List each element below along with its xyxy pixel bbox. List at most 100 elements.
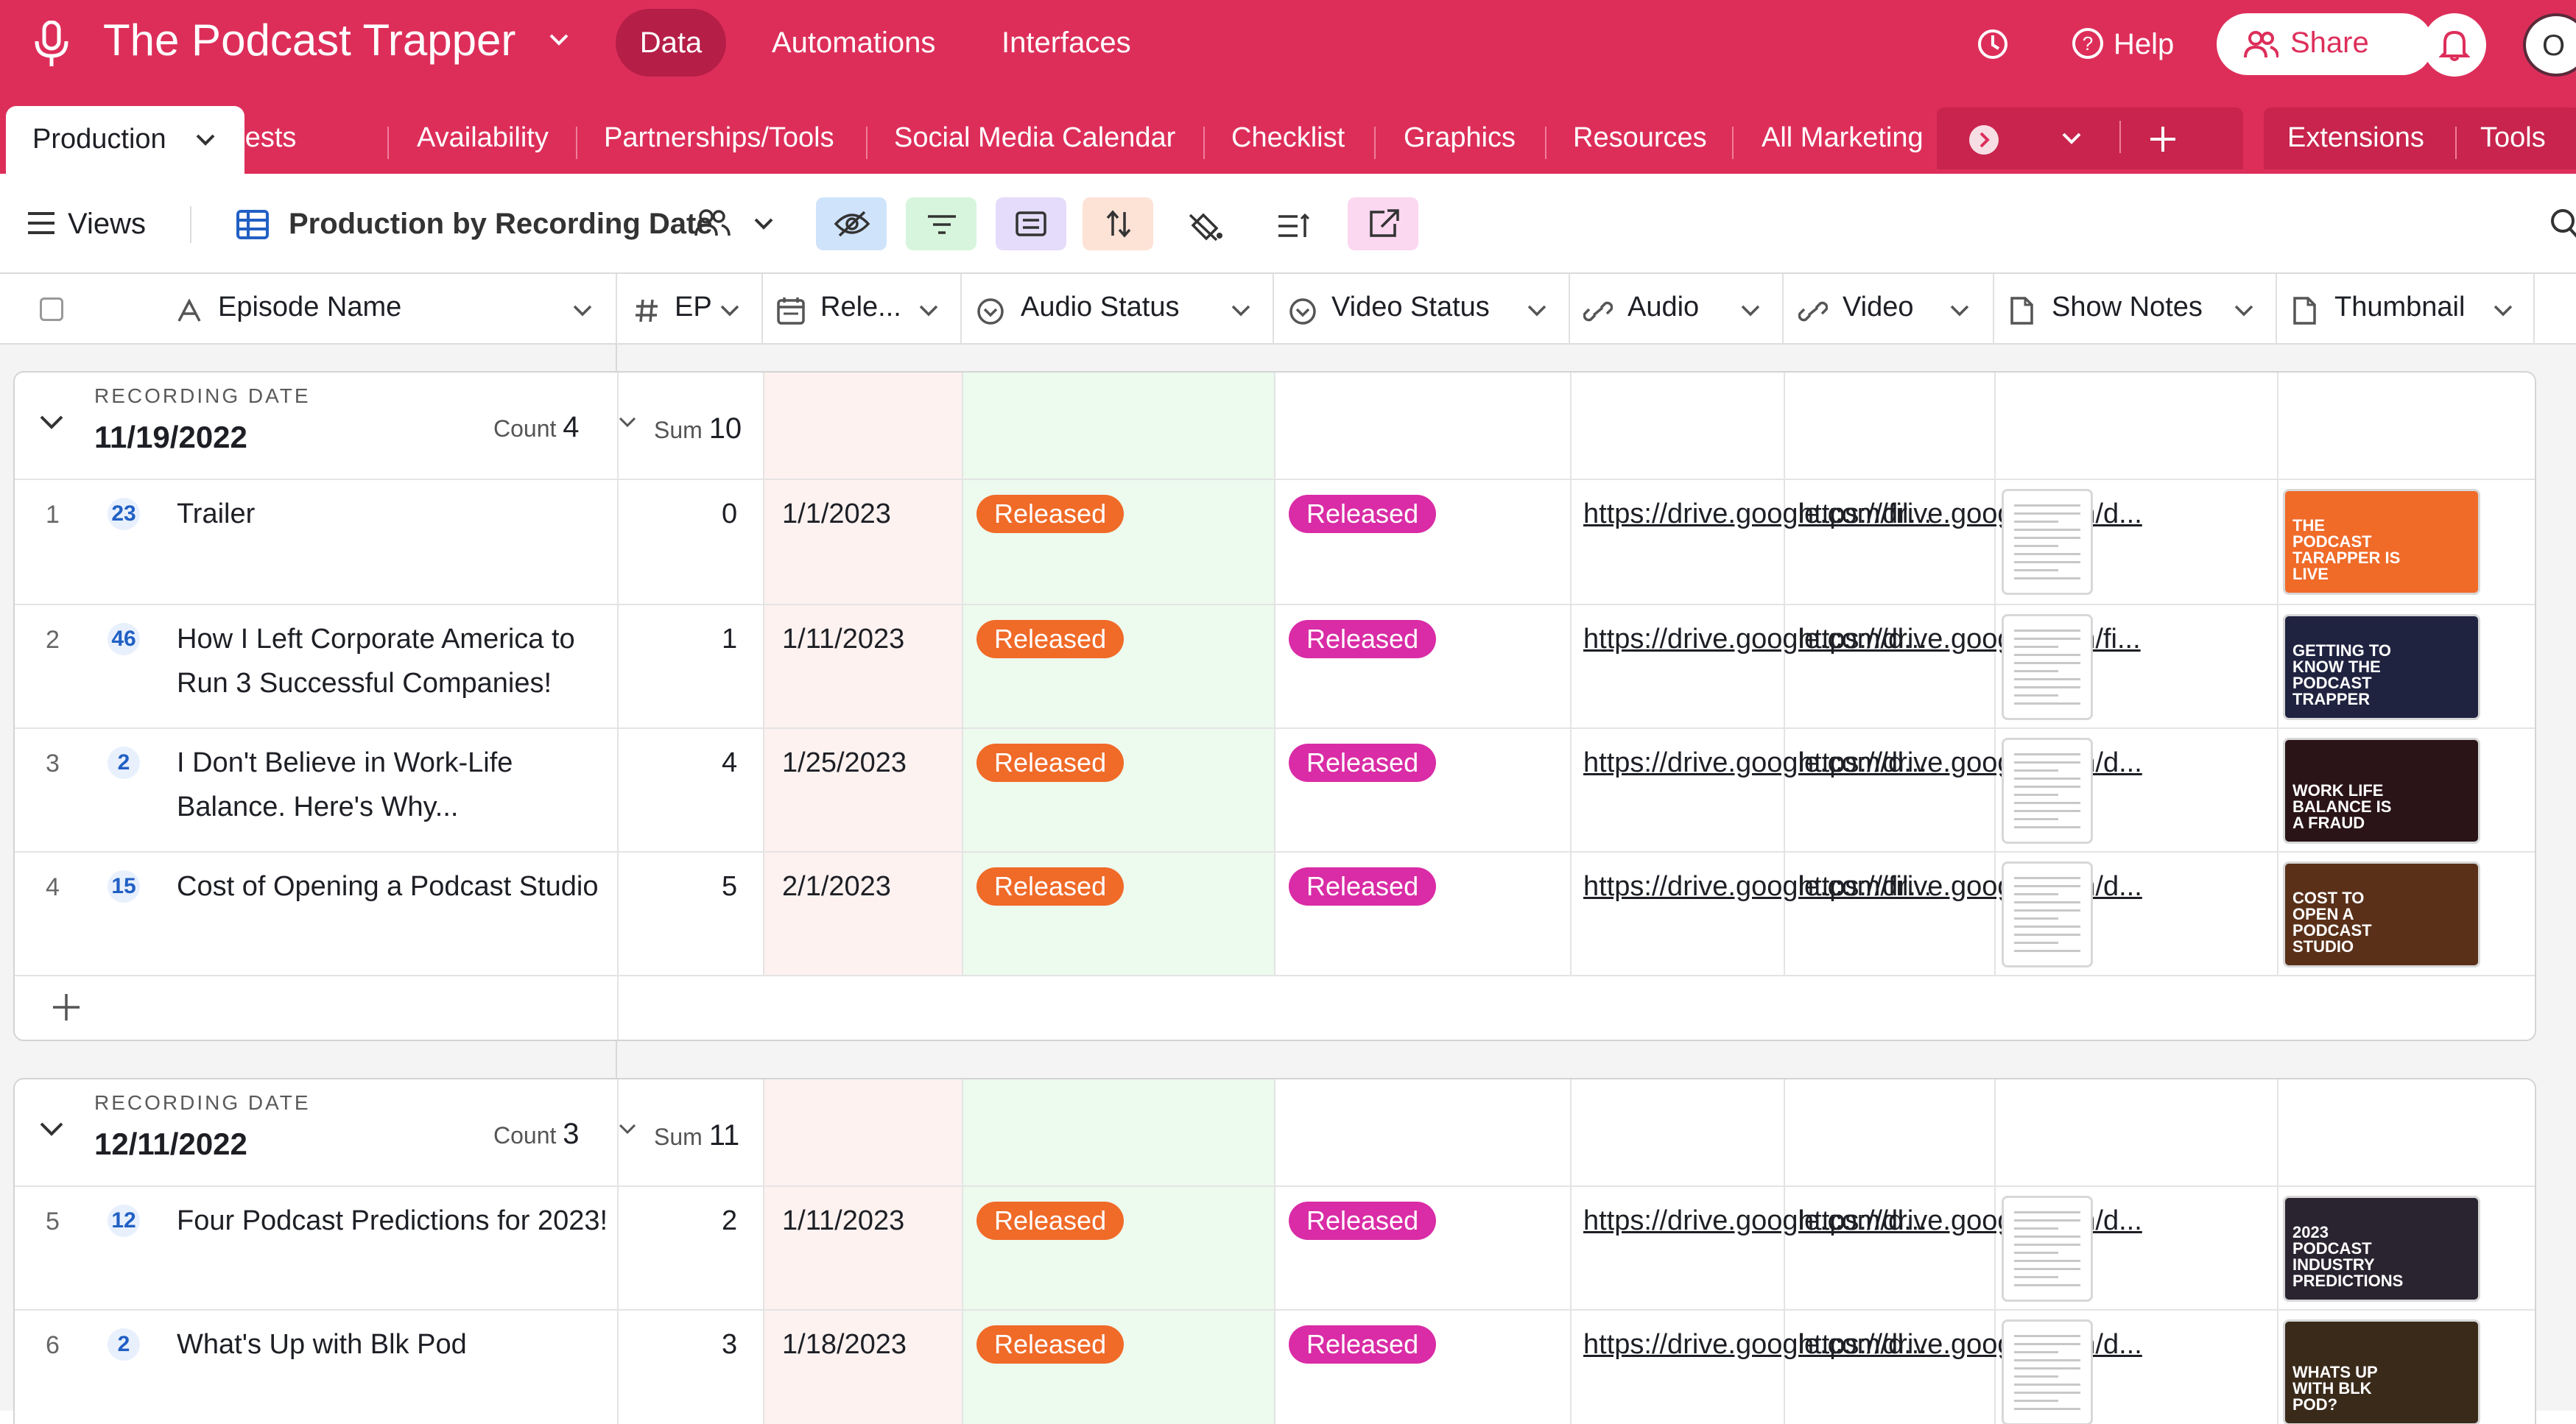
chevron-down-icon[interactable] xyxy=(2233,303,2255,318)
table-row[interactable]: 1 23 Trailer 0 1/1/2023 Released Release… xyxy=(15,480,2535,604)
chevron-down-icon[interactable] xyxy=(1739,303,1762,318)
tab-graphics[interactable]: Graphics xyxy=(1404,122,1516,154)
extensions-button[interactable]: Extensions xyxy=(2287,122,2424,154)
column-episode-name[interactable]: Episode Name xyxy=(218,292,401,323)
audio-link[interactable]: https://drive.google.com/d... xyxy=(1583,741,1927,785)
chevron-down-icon[interactable] xyxy=(1526,303,1548,318)
chevron-down-icon[interactable] xyxy=(194,133,217,147)
chevron-down-icon[interactable] xyxy=(918,303,940,318)
group-button[interactable] xyxy=(996,197,1066,250)
chevron-down-icon[interactable] xyxy=(571,303,594,318)
notifications-button[interactable] xyxy=(2423,13,2486,77)
nav-data[interactable]: Data xyxy=(616,9,726,77)
help-icon[interactable]: ? xyxy=(2071,27,2105,60)
more-tabs-icon[interactable] xyxy=(1968,124,2000,156)
tab-partnerships-tools[interactable]: Partnerships/Tools xyxy=(604,122,834,154)
ep-number: 3 xyxy=(722,1329,738,1360)
table-row[interactable]: 4 15 Cost of Opening a Podcast Studio 5 … xyxy=(15,853,2535,975)
video-status-pill: Released xyxy=(1289,744,1437,782)
table-row[interactable]: 2 46 How I Left Corporate America to Run… xyxy=(15,605,2535,727)
show-notes-attachment[interactable] xyxy=(2002,738,2093,844)
chevron-down-icon[interactable] xyxy=(2492,303,2514,318)
tab-availability[interactable]: Availability xyxy=(417,122,549,154)
chevron-down-icon[interactable] xyxy=(1949,303,1971,318)
chevron-down-icon[interactable] xyxy=(548,32,570,47)
video-link[interactable]: https://drive.google.com/fi... xyxy=(1798,617,2141,661)
row-height-icon[interactable] xyxy=(1277,212,1311,240)
audio-link[interactable]: https://drive.google.com/d... xyxy=(1583,1199,1927,1243)
tab-checklist[interactable]: Checklist xyxy=(1231,122,1345,154)
table-row[interactable]: 5 12 Four Podcast Predictions for 2023! … xyxy=(15,1187,2535,1309)
audio-link[interactable]: https://drive.google.com/d... xyxy=(1583,617,1927,661)
record-group: RECORDING DATE 12/11/2022 Count 3 Sum 11… xyxy=(13,1078,2536,1424)
chevron-down-icon[interactable] xyxy=(753,216,775,231)
column-release-date[interactable]: Rele... xyxy=(820,292,901,323)
column-video[interactable]: Video xyxy=(1843,292,1914,323)
collaborative-view-icon xyxy=(694,208,731,237)
video-status-pill: Released xyxy=(1289,620,1437,658)
thumbnail-attachment[interactable]: 2023 PODCAST INDUSTRY PREDICTIONS xyxy=(2283,1196,2480,1302)
video-link[interactable]: https://drive.google.com/d... xyxy=(1798,741,2142,785)
microphone-icon[interactable] xyxy=(32,21,71,68)
nav-automations[interactable]: Automations xyxy=(772,9,935,77)
nav-interfaces[interactable]: Interfaces xyxy=(1002,9,1131,77)
video-link[interactable]: https://drive.google.com/d... xyxy=(1798,1322,2142,1367)
show-notes-attachment[interactable] xyxy=(2002,614,2093,720)
tools-button[interactable]: Tools xyxy=(2480,122,2546,154)
base-title[interactable]: The Podcast Trapper xyxy=(103,15,515,66)
tab-production[interactable]: Production xyxy=(6,106,244,177)
column-video-status[interactable]: Video Status xyxy=(1331,292,1490,323)
column-ep[interactable]: EP xyxy=(675,292,712,323)
chevron-down-icon[interactable] xyxy=(719,303,741,318)
sort-button[interactable] xyxy=(1083,197,1153,250)
video-status-pill: Released xyxy=(1289,867,1437,906)
row-color-icon[interactable] xyxy=(1187,211,1224,243)
audio-link[interactable]: https://drive.google.com/fil... xyxy=(1583,492,1932,536)
thumbnail-attachment[interactable]: WHATS UP WITH BLK POD? xyxy=(2283,1319,2480,1424)
thumbnail-attachment[interactable]: THE PODCAST TARAPPER IS LIVE xyxy=(2283,489,2480,595)
view-name[interactable]: Production by Recording Date xyxy=(289,208,713,241)
group-count: Count 4 xyxy=(493,411,580,443)
show-notes-attachment[interactable] xyxy=(2002,1196,2093,1302)
tab-resources[interactable]: Resources xyxy=(1573,122,1707,154)
views-button[interactable]: Views xyxy=(68,208,146,241)
history-icon[interactable] xyxy=(1975,27,2010,62)
thumbnail-attachment[interactable]: WORK LIFE BALANCE IS A FRAUD xyxy=(2283,738,2480,844)
table-row[interactable]: 3 2 I Don't Believe in Work-Life Balance… xyxy=(15,729,2535,851)
chevron-down-icon[interactable] xyxy=(617,1122,638,1135)
search-icon[interactable] xyxy=(2549,208,2576,240)
audio-link[interactable]: https://drive.google.com/d... xyxy=(1583,1322,1927,1367)
tab-all-marketing[interactable]: All Marketing xyxy=(1762,122,1924,154)
help-button[interactable]: Help xyxy=(2114,28,2174,61)
tab-social-media-calendar[interactable]: Social Media Calendar xyxy=(894,122,1175,154)
add-record-icon[interactable] xyxy=(52,993,81,1022)
chevron-down-icon[interactable] xyxy=(1230,303,1252,318)
video-link[interactable]: https://drive.google.com/d... xyxy=(1798,492,2142,536)
collapse-group-icon[interactable] xyxy=(38,1121,65,1138)
hide-fields-button[interactable] xyxy=(816,197,887,250)
view-toolbar: Views Production by Recording Date xyxy=(0,174,2576,274)
filter-button[interactable] xyxy=(906,197,976,250)
thumbnail-attachment[interactable]: COST TO OPEN A PODCAST STUDIO xyxy=(2283,861,2480,967)
column-show-notes[interactable]: Show Notes xyxy=(2052,292,2203,323)
show-notes-attachment[interactable] xyxy=(2002,1319,2093,1424)
tabs-dropdown-icon[interactable] xyxy=(2061,131,2083,146)
video-link[interactable]: https://drive.google.com/d... xyxy=(1798,1199,2142,1243)
show-notes-attachment[interactable] xyxy=(2002,489,2093,595)
share-button[interactable]: Share xyxy=(2217,13,2433,75)
audio-link[interactable]: https://drive.google.com/fil... xyxy=(1583,864,1932,909)
select-all-checkbox[interactable] xyxy=(40,297,63,321)
show-notes-attachment[interactable] xyxy=(2002,861,2093,967)
share-view-button[interactable] xyxy=(1348,197,1418,250)
user-avatar[interactable]: O xyxy=(2523,13,2576,77)
column-audio[interactable]: Audio xyxy=(1627,292,1699,323)
video-link[interactable]: https://drive.google.com/d... xyxy=(1798,864,2142,909)
thumbnail-attachment[interactable]: GETTING TO KNOW THE PODCAST TRAPPER xyxy=(2283,614,2480,720)
chevron-down-icon[interactable] xyxy=(617,415,638,429)
add-table-icon[interactable] xyxy=(2149,125,2177,153)
collapse-group-icon[interactable] xyxy=(38,414,65,431)
column-thumbnail[interactable]: Thumbnail xyxy=(2334,292,2465,323)
table-row[interactable]: 6 2 What's Up with Blk Pod 3 1/18/2023 R… xyxy=(15,1311,2535,1424)
hamburger-icon[interactable] xyxy=(27,211,56,236)
column-audio-status[interactable]: Audio Status xyxy=(1021,292,1179,323)
